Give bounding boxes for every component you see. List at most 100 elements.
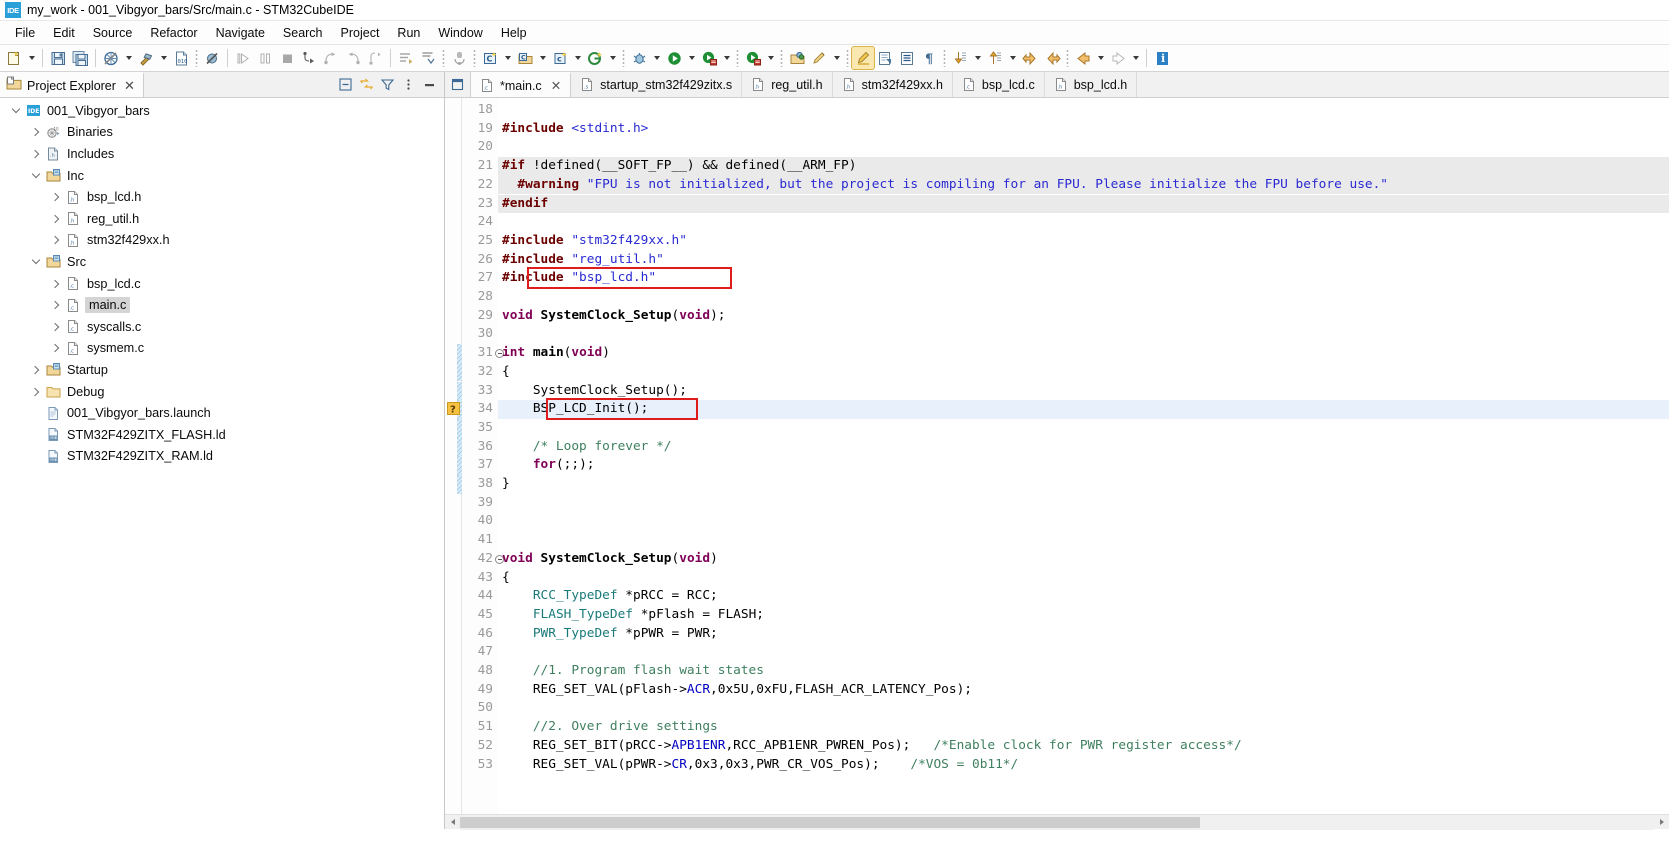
project-tree[interactable]: IDE 001_Vibgyor_bars 10 Binaries .h Includes I… (0, 98, 444, 829)
menu-item-run[interactable]: Run (388, 24, 429, 42)
tree-item-sysmem-c[interactable]: .c sysmem.c (0, 338, 444, 360)
minimize-icon[interactable] (420, 75, 439, 94)
tree-item-debug[interactable]: Debug (0, 381, 444, 403)
editor-tab-stm32f429xx-h[interactable]: .h stm32f429xx.h (832, 72, 953, 97)
menu-item-window[interactable]: Window (429, 24, 491, 42)
step-return-icon[interactable] (342, 47, 364, 69)
menu-item-source[interactable]: Source (84, 24, 142, 42)
terminate-icon[interactable] (276, 47, 298, 69)
chevron-right-icon[interactable] (48, 319, 64, 335)
previous-member-dropdown-arrow[interactable] (1006, 47, 1019, 69)
pencil-dropdown-arrow[interactable] (830, 47, 843, 69)
menu-item-refactor[interactable]: Refactor (141, 24, 206, 42)
new-file-dropdown-arrow[interactable] (25, 47, 38, 69)
pilcrow-icon[interactable]: ¶ (918, 47, 940, 69)
editor-tab--main-c[interactable]: .c *main.c ✕ (471, 72, 572, 97)
tree-item-inc[interactable]: Inc (0, 165, 444, 187)
skip-breakpoints-icon[interactable] (201, 47, 223, 69)
run-config-dropdown-arrow[interactable] (720, 47, 733, 69)
code-text-area[interactable]: #include <stdint.h> #if !defined(__SOFT_F… (498, 98, 1669, 814)
chevron-right-icon[interactable] (48, 276, 64, 292)
scroll-right-arrow[interactable] (1654, 815, 1669, 830)
step-over-icon[interactable] (320, 47, 342, 69)
editor-tab-reg-util-h[interactable]: .h reg_util.h (742, 72, 833, 97)
build-settings-dropdown-arrow[interactable] (122, 47, 135, 69)
tree-item-stm32f429zitx-flash-ld[interactable]: LD STM32F429ZITX_FLASH.ld (0, 424, 444, 446)
step-into-icon[interactable] (298, 47, 320, 69)
block-comment-icon[interactable] (874, 47, 896, 69)
back-edit-icon[interactable] (1019, 47, 1041, 69)
chevron-down-icon[interactable] (28, 254, 44, 270)
suspend-icon[interactable] (254, 47, 276, 69)
external-tools-icon[interactable] (448, 47, 470, 69)
forward-nav-dropdown-arrow[interactable] (1129, 47, 1142, 69)
new-file-icon[interactable] (3, 47, 25, 69)
new-wizard-icon[interactable] (584, 47, 606, 69)
new-c-project-icon[interactable]: C (479, 47, 501, 69)
tree-item-syscalls-c[interactable]: .c syscalls.c (0, 316, 444, 338)
tree-item-bsp-lcd-c[interactable]: .c bsp_lcd.c (0, 273, 444, 295)
chevron-down-icon[interactable] (28, 168, 44, 184)
tree-item-src[interactable]: Src (0, 251, 444, 273)
editor-tab-bsp-lcd-c[interactable]: .c bsp_lcd.c (952, 72, 1045, 97)
chevron-right-icon[interactable] (48, 232, 64, 248)
link-with-editor-icon[interactable] (357, 75, 376, 94)
horizontal-scroll-thumb[interactable] (460, 816, 1201, 828)
open-type-icon[interactable] (786, 47, 808, 69)
menu-item-navigate[interactable]: Navigate (207, 24, 274, 42)
resume-icon[interactable] (232, 47, 254, 69)
view-menu-icon[interactable] (399, 75, 418, 94)
chevron-right-icon[interactable] (48, 211, 64, 227)
collapse-all-icon[interactable] (336, 75, 355, 94)
new-c-folder-dropdown-arrow[interactable] (536, 47, 549, 69)
new-wizard-dropdown-arrow[interactable] (606, 47, 619, 69)
build-settings-icon[interactable] (100, 47, 122, 69)
new-c-project-dropdown-arrow[interactable] (501, 47, 514, 69)
tab-project-explorer[interactable]: Project Explorer ✕ (0, 72, 144, 97)
previous-member-icon[interactable] (984, 47, 1006, 69)
new-c-folder-icon[interactable]: C (514, 47, 536, 69)
tree-item-001-vibgyor-bars-launch[interactable]: 001_Vibgyor_bars.launch (0, 402, 444, 424)
drop-to-frame-icon[interactable] (364, 47, 386, 69)
close-icon[interactable]: ✕ (551, 78, 561, 93)
chevron-right-icon[interactable] (28, 384, 44, 400)
editor-tab-bsp-lcd-h[interactable]: .h bsp_lcd.h (1044, 72, 1138, 97)
tree-item-bsp-lcd-h[interactable]: .h bsp_lcd.h (0, 186, 444, 208)
previous-annotation-icon[interactable] (417, 47, 439, 69)
menu-item-search[interactable]: Search (274, 24, 332, 42)
tree-item-stm32f429xx-h[interactable]: .h stm32f429xx.h (0, 230, 444, 252)
build-hammer-icon[interactable] (135, 47, 157, 69)
restore-icon[interactable] (445, 72, 471, 97)
next-member-icon[interactable] (949, 47, 971, 69)
tree-item-includes[interactable]: .h Includes (0, 143, 444, 165)
back-nav-dropdown-arrow[interactable] (1094, 47, 1107, 69)
tree-item-binaries[interactable]: 10 Binaries (0, 122, 444, 144)
save-all-icon[interactable] (69, 47, 91, 69)
pencil-icon[interactable] (808, 47, 830, 69)
run-icon[interactable] (663, 47, 685, 69)
chevron-right-icon[interactable] (48, 297, 64, 313)
tree-item-stm32f429zitx-ram-ld[interactable]: LD STM32F429ZITX_RAM.ld (0, 446, 444, 468)
new-c-file-dropdown-arrow[interactable] (571, 47, 584, 69)
tree-item-001-vibgyor-bars[interactable]: IDE 001_Vibgyor_bars (0, 100, 444, 122)
debug-config-icon[interactable] (742, 47, 764, 69)
debug-bug-icon[interactable] (628, 47, 650, 69)
binary-icon[interactable]: 010 (170, 47, 192, 69)
warning-marker-icon[interactable]: ? (447, 402, 460, 416)
run-config-icon[interactable] (698, 47, 720, 69)
menu-item-file[interactable]: File (6, 24, 44, 42)
chevron-right-icon[interactable] (28, 146, 44, 162)
tree-item-main-c[interactable]: .c main.c (0, 294, 444, 316)
chevron-right-icon[interactable] (48, 189, 64, 205)
editor-tab-startup-stm32f429zitx-s[interactable]: .s startup_stm32f429zitx.s (571, 72, 743, 97)
chevron-right-icon[interactable] (28, 124, 44, 140)
run-dropdown-arrow[interactable] (685, 47, 698, 69)
info-icon[interactable]: i (1151, 47, 1173, 69)
menu-item-help[interactable]: Help (492, 24, 536, 42)
view-filter-icon[interactable] (378, 75, 397, 94)
forward-edit-icon[interactable] (1041, 47, 1063, 69)
scroll-left-arrow[interactable] (445, 815, 460, 830)
chevron-down-icon[interactable] (8, 103, 24, 119)
marker-column[interactable]: ? (445, 98, 462, 814)
code-editor[interactable]: ? 18 19 20 21 22 23 24 25 26 27 28 29 30 31 32 33 34 35 36… (445, 98, 1669, 814)
